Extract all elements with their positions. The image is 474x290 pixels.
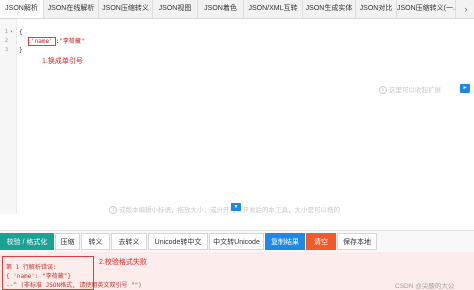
action-toolbar: 校验 / 格式化 压缩 转义 去转义 Unicode转中文 中文转Unicode… (0, 230, 474, 253)
copy-result-button[interactable]: 复制结果 (265, 233, 305, 250)
tab-json-compress-more[interactable]: JSON压缩转义(一... (397, 0, 456, 18)
json-key-highlight: 'name' (28, 37, 56, 46)
tab-json-color[interactable]: JSON着色 (198, 0, 244, 18)
clear-button[interactable]: 清空 (306, 233, 336, 250)
error-line: 第 1 行解析错误: (6, 264, 57, 271)
chinese-to-unicode-button[interactable]: 中文转Unicode (209, 233, 264, 250)
tab-json-entity[interactable]: JSON生成实体 (303, 0, 356, 18)
unescape-button[interactable]: 去转义 (111, 233, 147, 250)
json-string-value: "李荷藏" (59, 38, 85, 45)
annotation-single-quote: 1.换成单引号 (42, 58, 83, 65)
expand-hint: i 这里可以收起扩展 (379, 84, 441, 95)
validate-format-button[interactable]: 校验 / 格式化 (0, 233, 54, 250)
drag-hint-text: 或版本编辑小标语，拖放大小，或分开可以开发后的本工具，大小是可以拖的 (119, 207, 340, 214)
unicode-to-chinese-button[interactable]: Unicode转中文 (148, 233, 208, 250)
code-text: } (19, 47, 23, 54)
tab-json-parse[interactable]: JSON解析 (0, 0, 44, 18)
line-number: 1 (4, 29, 8, 35)
info-icon: i (379, 86, 387, 95)
save-local-button[interactable]: 保存本地 (337, 233, 377, 250)
escape-button[interactable]: 转义 (81, 233, 110, 250)
chevron-right-icon[interactable]: › (458, 0, 474, 18)
drag-hint: i 或版本编辑小标语，拖放大小，或分开可以开发后的本工具，大小是可以拖的 (109, 204, 340, 215)
code-text: 'name':"李荷藏" (28, 37, 85, 46)
tab-json-view[interactable]: JSON视图 (153, 0, 198, 18)
watermark: CSDN @尖酸的大公 (395, 283, 455, 290)
tab-json-xml[interactable]: JSON/XML互转 (244, 0, 303, 18)
tab-json-online-parse[interactable]: JSON在线解析 (44, 0, 99, 18)
error-line: { 'name': "李荷藏"} (6, 273, 71, 280)
compress-button[interactable]: 压缩 (55, 233, 80, 250)
line-number: 3 (4, 47, 8, 53)
annotation-validation-failed: 2.校验格式失败 (99, 259, 147, 266)
tab-json-compare[interactable]: JSON对比 (356, 0, 397, 18)
tab-json-compress-escape[interactable]: JSON压缩转义 (99, 0, 153, 18)
error-line: --^ (非标准 JSON格式, 请使用英文双引号 "") (6, 282, 142, 289)
expand-hint-text: 这里可以收起扩展 (389, 87, 441, 94)
code-text: { (19, 29, 23, 36)
info-icon: i (109, 206, 117, 215)
tab-bar: JSON解析 JSON在线解析 JSON压缩转义 JSON视图 JSON着色 J… (0, 0, 474, 19)
collapse-down-button[interactable]: ▾ (231, 203, 241, 211)
expand-panel-button[interactable]: ▸ (460, 84, 470, 93)
line-number: 2 (4, 38, 8, 44)
fold-arrow-icon[interactable]: ▾ (10, 28, 13, 37)
json-editor[interactable]: 1 ▾ { 2 'name':"李荷藏" 3 } 1.换成单引号 i 这里可以收起… (0, 19, 474, 215)
